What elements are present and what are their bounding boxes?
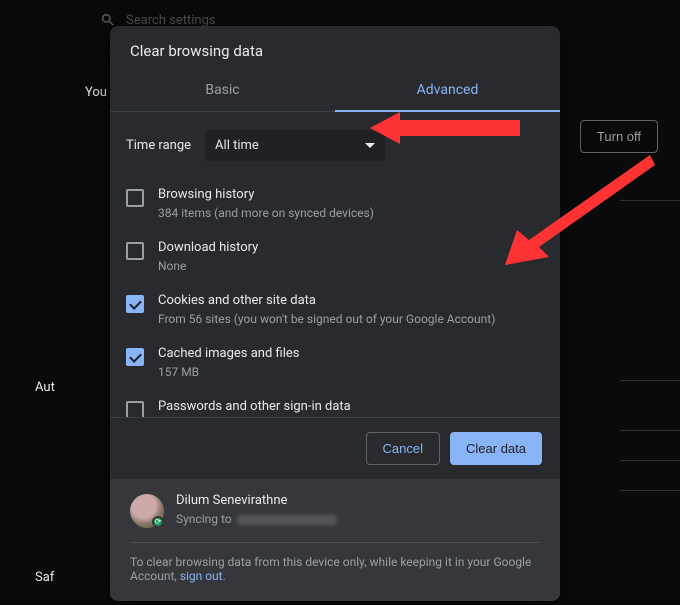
row-subtitle: None bbox=[158, 257, 544, 275]
divider bbox=[130, 542, 540, 543]
row-browsing-history: Browsing history 384 items (and more on … bbox=[126, 179, 544, 232]
bg-divider bbox=[620, 490, 680, 491]
avatar: ⟳ bbox=[130, 494, 164, 528]
time-range-value: All time bbox=[215, 138, 259, 153]
clear-browsing-data-dialog: Clear browsing data Basic Advanced Time … bbox=[110, 26, 560, 601]
row-subtitle: 157 MB bbox=[158, 363, 544, 381]
tab-basic[interactable]: Basic bbox=[110, 72, 335, 111]
footer-note: To clear browsing data from this device … bbox=[130, 555, 540, 583]
bg-text-saf: Saf bbox=[35, 570, 54, 585]
checkbox-download-history[interactable] bbox=[126, 242, 144, 260]
row-title: Browsing history bbox=[158, 187, 544, 202]
row-title: Cookies and other site data bbox=[158, 293, 544, 308]
user-syncing: Syncing to bbox=[176, 510, 339, 528]
cancel-button[interactable]: Cancel bbox=[366, 432, 440, 465]
checkbox-browsing-history[interactable] bbox=[126, 189, 144, 207]
sync-status-icon: ⟳ bbox=[152, 516, 164, 528]
row-cached: Cached images and files 157 MB bbox=[126, 338, 544, 391]
row-title: Download history bbox=[158, 240, 544, 255]
checkbox-cookies[interactable] bbox=[126, 295, 144, 313]
time-range-label: Time range bbox=[126, 138, 191, 153]
dialog-body: Time range All time Browsing history 384… bbox=[110, 112, 560, 417]
dialog-tabs: Basic Advanced bbox=[110, 72, 560, 112]
search-icon bbox=[100, 12, 116, 28]
checkbox-cached[interactable] bbox=[126, 348, 144, 366]
bg-divider bbox=[620, 430, 680, 431]
redacted-text bbox=[237, 515, 337, 525]
tab-advanced[interactable]: Advanced bbox=[335, 72, 560, 112]
row-subtitle: From 56 sites (you won't be signed out o… bbox=[158, 310, 544, 328]
chevron-down-icon bbox=[365, 141, 375, 151]
bg-divider bbox=[620, 380, 680, 381]
dialog-title: Clear browsing data bbox=[110, 26, 560, 72]
row-cookies: Cookies and other site data From 56 site… bbox=[126, 285, 544, 338]
row-passwords: Passwords and other sign-in data 253 pas… bbox=[126, 391, 544, 417]
checkbox-passwords[interactable] bbox=[126, 401, 144, 417]
turn-off-button[interactable]: Turn off bbox=[580, 120, 658, 153]
bg-divider bbox=[620, 200, 680, 201]
bg-divider bbox=[620, 460, 680, 461]
row-title: Cached images and files bbox=[158, 346, 544, 361]
user-name: Dilum Senevirathne bbox=[176, 493, 339, 508]
row-title: Passwords and other sign-in data bbox=[158, 399, 544, 414]
clear-data-button[interactable]: Clear data bbox=[450, 432, 542, 465]
row-subtitle: 384 items (and more on synced devices) bbox=[158, 204, 544, 222]
time-range-select[interactable]: All time bbox=[205, 130, 385, 161]
time-range-row: Time range All time bbox=[126, 130, 544, 161]
bg-text-aut: Aut bbox=[35, 380, 55, 395]
user-row: ⟳ Dilum Senevirathne Syncing to bbox=[130, 493, 540, 528]
dialog-actions: Cancel Clear data bbox=[110, 417, 560, 479]
sign-out-link[interactable]: sign out bbox=[180, 569, 223, 583]
row-download-history: Download history None bbox=[126, 232, 544, 285]
bg-text-you: You bbox=[85, 85, 107, 100]
dialog-footer: ⟳ Dilum Senevirathne Syncing to To clear… bbox=[110, 479, 560, 601]
